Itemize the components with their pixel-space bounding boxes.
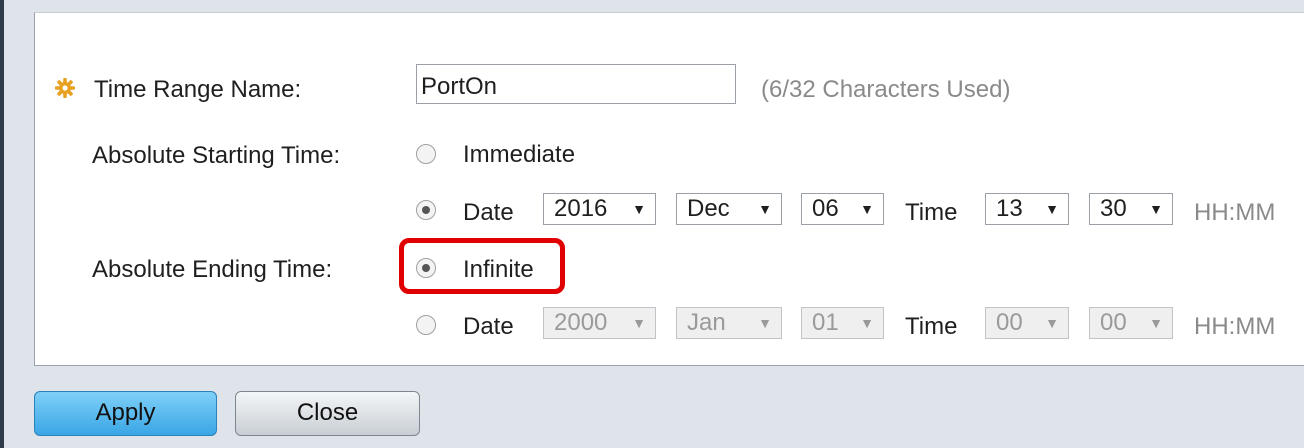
start-year-value: 2016 bbox=[554, 195, 608, 222]
end-date-label: Date bbox=[463, 313, 514, 340]
dropdown-arrow-icon: ▼ bbox=[632, 315, 646, 331]
dropdown-arrow-icon: ▼ bbox=[758, 201, 772, 217]
start-immediate-label: Immediate bbox=[463, 141, 576, 168]
end-date-radio[interactable] bbox=[416, 315, 436, 335]
left-border bbox=[0, 0, 4, 448]
dropdown-arrow-icon: ▼ bbox=[1149, 315, 1163, 331]
end-time-label: Time bbox=[905, 313, 958, 340]
start-day-select[interactable]: 06 ▼ bbox=[801, 193, 884, 225]
apply-button[interactable]: Apply bbox=[34, 391, 217, 436]
end-month-select[interactable]: Jan ▼ bbox=[676, 307, 782, 339]
end-minute-select[interactable]: 00 ▼ bbox=[1089, 307, 1173, 339]
dropdown-arrow-icon: ▼ bbox=[632, 201, 646, 217]
start-year-select[interactable]: 2016 ▼ bbox=[543, 193, 656, 225]
start-minute-value: 30 bbox=[1100, 195, 1127, 222]
end-time-format-hint: HH:MM bbox=[1194, 313, 1276, 340]
start-date-radio[interactable] bbox=[416, 200, 436, 220]
end-year-value: 2000 bbox=[554, 309, 608, 336]
dropdown-arrow-icon: ▼ bbox=[1045, 201, 1059, 217]
start-time-label: Time bbox=[905, 199, 958, 226]
end-hour-value: 00 bbox=[996, 309, 1023, 336]
required-field-icon bbox=[55, 78, 75, 98]
start-month-select[interactable]: Dec ▼ bbox=[676, 193, 782, 225]
start-hour-select[interactable]: 13 ▼ bbox=[985, 193, 1069, 225]
start-hour-value: 13 bbox=[996, 195, 1023, 222]
dropdown-arrow-icon: ▼ bbox=[758, 315, 772, 331]
characters-used-hint: (6/32 Characters Used) bbox=[761, 76, 1011, 103]
absolute-ending-time-label: Absolute Ending Time: bbox=[92, 256, 333, 283]
end-year-select[interactable]: 2000 ▼ bbox=[543, 307, 656, 339]
infinite-highlight-box bbox=[399, 238, 565, 294]
start-time-format-hint: HH:MM bbox=[1194, 199, 1276, 226]
start-day-value: 06 bbox=[812, 195, 839, 222]
dropdown-arrow-icon: ▼ bbox=[1149, 201, 1163, 217]
start-month-value: Dec bbox=[687, 195, 730, 222]
start-minute-select[interactable]: 30 ▼ bbox=[1089, 193, 1173, 225]
dropdown-arrow-icon: ▼ bbox=[860, 315, 874, 331]
end-minute-value: 00 bbox=[1100, 309, 1127, 336]
start-immediate-radio[interactable] bbox=[416, 144, 436, 164]
time-range-name-input[interactable]: PortOn bbox=[416, 64, 736, 104]
end-hour-select[interactable]: 00 ▼ bbox=[985, 307, 1069, 339]
time-range-name-label: Time Range Name: bbox=[94, 76, 302, 103]
dropdown-arrow-icon: ▼ bbox=[1045, 315, 1059, 331]
end-month-value: Jan bbox=[687, 309, 726, 336]
start-date-label: Date bbox=[463, 199, 514, 226]
end-day-select[interactable]: 01 ▼ bbox=[801, 307, 884, 339]
dropdown-arrow-icon: ▼ bbox=[860, 201, 874, 217]
end-day-value: 01 bbox=[812, 309, 839, 336]
absolute-starting-time-label: Absolute Starting Time: bbox=[92, 142, 341, 169]
close-button[interactable]: Close bbox=[235, 391, 420, 436]
